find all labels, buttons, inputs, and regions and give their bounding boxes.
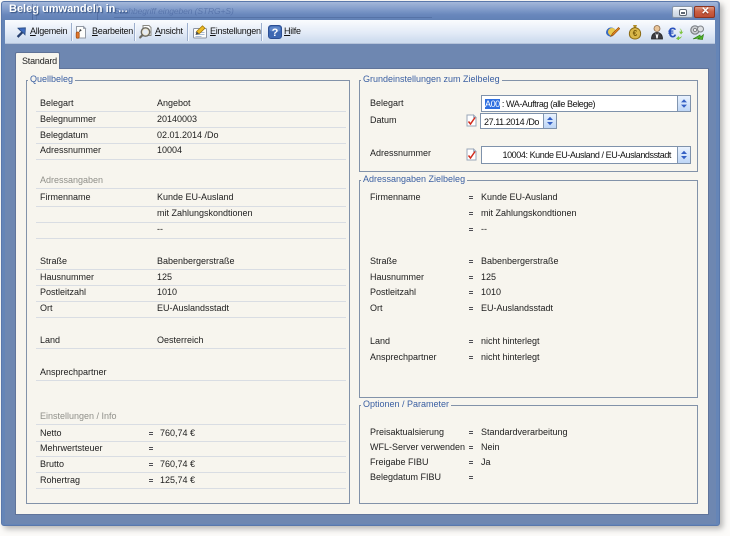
svg-text:€: € — [668, 25, 677, 41]
svg-text:?: ? — [272, 27, 279, 39]
svg-text:€: € — [633, 29, 638, 38]
